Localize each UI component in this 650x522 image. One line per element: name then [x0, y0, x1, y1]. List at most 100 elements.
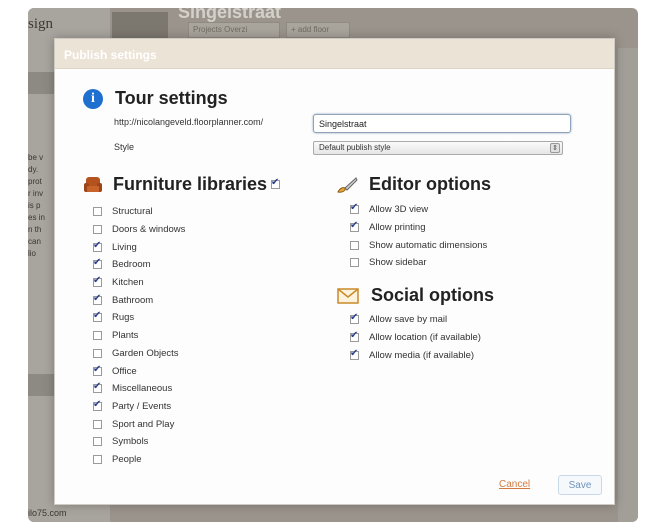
- tour-settings-heading: i Tour settings: [83, 88, 228, 109]
- furniture-item-checkbox[interactable]: [93, 293, 102, 305]
- furniture-item-office[interactable]: Office: [93, 362, 185, 380]
- select-arrows-icon: ⇕: [550, 143, 560, 153]
- furniture-item-plants[interactable]: Plants: [93, 327, 185, 345]
- furniture-libraries-title: Furniture libraries: [113, 174, 268, 194]
- furniture-item-rugs[interactable]: Rugs: [93, 309, 185, 327]
- social-option-checkbox[interactable]: [350, 348, 359, 360]
- furniture-item-checkbox[interactable]: [93, 399, 102, 411]
- social-option-allow-save-by-mail[interactable]: Allow save by mail: [350, 311, 481, 329]
- furniture-item-checkbox[interactable]: [93, 240, 102, 252]
- furniture-item-people[interactable]: People: [93, 451, 185, 469]
- editor-option-checkbox[interactable]: [350, 240, 359, 250]
- background-side-text-line: is p: [28, 201, 41, 210]
- background-logo: sign: [28, 16, 54, 32]
- furniture-libraries-heading: Furniture libraries: [83, 174, 281, 195]
- background-side-text-line: es in: [28, 213, 45, 222]
- furniture-item-label: Living: [112, 241, 137, 253]
- editor-option-show-sidebar[interactable]: Show sidebar: [350, 254, 487, 272]
- furniture-item-doors-windows[interactable]: Doors & windows: [93, 221, 185, 239]
- furniture-item-checkbox[interactable]: [93, 381, 102, 394]
- envelope-icon: [337, 287, 359, 304]
- furniture-item-label: Kitchen: [112, 277, 144, 289]
- furniture-item-checkbox[interactable]: [93, 310, 102, 323]
- editor-option-label: Allow 3D view: [369, 204, 429, 216]
- cancel-link[interactable]: Cancel: [499, 479, 530, 490]
- furniture-item-checkbox[interactable]: [93, 207, 102, 217]
- tour-settings-title: Tour settings: [115, 88, 228, 108]
- furniture-item-sport-and-play[interactable]: Sport and Play: [93, 415, 185, 433]
- furniture-item-checkbox[interactable]: [93, 275, 102, 288]
- editor-option-checkbox[interactable]: [350, 258, 359, 268]
- social-option-label: Allow media (if available): [369, 349, 475, 361]
- furniture-library-list: Structural Doors & windows Living Bedroom Ki…: [93, 203, 185, 468]
- furniture-item-checkbox[interactable]: [93, 454, 102, 464]
- info-icon: i: [83, 88, 103, 109]
- furniture-item-party-events[interactable]: Party / Events: [93, 398, 185, 416]
- furniture-select-all-checkbox[interactable]: [271, 177, 281, 189]
- furniture-item-label: Symbols: [112, 436, 149, 448]
- style-select-value: Default publish style: [319, 143, 391, 152]
- editor-option-label: Show sidebar: [369, 257, 427, 269]
- editor-option-checkbox[interactable]: [350, 202, 359, 215]
- background-side-text: be v dy. prot r inv is p es in n th can lio: [28, 152, 45, 260]
- furniture-item-label: Bedroom: [112, 259, 151, 271]
- furniture-item-miscellaneous[interactable]: Miscellaneous: [93, 380, 185, 398]
- background-projects-link: Projects Overzi: [188, 22, 280, 38]
- furniture-item-label: People: [112, 453, 142, 465]
- furniture-item-garden-objects[interactable]: Garden Objects: [93, 345, 185, 363]
- editor-option-allow-3d-view[interactable]: Allow 3D view: [350, 201, 487, 219]
- style-select[interactable]: Default publish style ⇕: [313, 141, 563, 155]
- paintbrush-icon: [337, 176, 358, 193]
- furniture-item-label: Sport and Play: [112, 418, 175, 430]
- social-option-checkbox[interactable]: [350, 312, 359, 325]
- social-options-list: Allow save by mail Allow location (if ava…: [350, 311, 481, 364]
- background-right-edge: [618, 48, 638, 522]
- furniture-item-living[interactable]: Living: [93, 238, 185, 256]
- editor-option-show-automatic-dimensions[interactable]: Show automatic dimensions: [350, 236, 487, 254]
- furniture-item-checkbox[interactable]: [93, 364, 102, 376]
- editor-option-label: Allow printing: [369, 222, 426, 234]
- furniture-item-symbols[interactable]: Symbols: [93, 433, 185, 451]
- furniture-item-checkbox[interactable]: [93, 331, 102, 341]
- editor-option-allow-printing[interactable]: Allow printing: [350, 219, 487, 237]
- tour-url-input[interactable]: [313, 114, 571, 133]
- social-option-allow-media-if-available[interactable]: Allow media (if available): [350, 346, 481, 364]
- editor-option-checkbox[interactable]: [350, 220, 359, 233]
- background-side-text-line: can: [28, 237, 41, 246]
- furniture-item-structural[interactable]: Structural: [93, 203, 185, 221]
- furniture-item-label: Bathroom: [112, 294, 154, 306]
- background-side-text-line: r inv: [28, 189, 44, 198]
- background-side-text-line: n th: [28, 225, 42, 234]
- social-option-allow-location-if-available[interactable]: Allow location (if available): [350, 329, 481, 347]
- furniture-item-checkbox[interactable]: [93, 225, 102, 235]
- social-option-label: Allow location (if available): [369, 332, 481, 344]
- furniture-item-label: Doors & windows: [112, 224, 186, 236]
- editor-option-label: Show automatic dimensions: [369, 239, 488, 251]
- furniture-item-bathroom[interactable]: Bathroom: [93, 291, 185, 309]
- editor-options-list: Allow 3D view Allow printing Show automati…: [350, 201, 487, 272]
- background-side-text-line: dy.: [28, 165, 39, 174]
- background-page-title: Singelstraat: [178, 8, 282, 22]
- social-option-label: Allow save by mail: [369, 314, 448, 326]
- armchair-icon: [84, 176, 102, 192]
- furniture-item-label: Party / Events: [112, 400, 172, 412]
- furniture-item-bedroom[interactable]: Bedroom: [93, 256, 185, 274]
- background-side-text-line: be v: [28, 153, 44, 162]
- furniture-item-label: Miscellaneous: [112, 383, 173, 395]
- furniture-item-checkbox[interactable]: [93, 437, 102, 447]
- furniture-item-kitchen[interactable]: Kitchen: [93, 274, 185, 292]
- social-option-checkbox[interactable]: [350, 330, 359, 343]
- furniture-item-checkbox[interactable]: [93, 257, 102, 270]
- furniture-item-checkbox[interactable]: [93, 348, 102, 358]
- social-options-title: Social options: [371, 285, 495, 305]
- background-side-text-line: lio: [28, 249, 37, 258]
- editor-options-heading: Editor options: [335, 174, 491, 195]
- furniture-item-checkbox[interactable]: [93, 419, 102, 429]
- furniture-item-label: Rugs: [112, 312, 135, 324]
- background-add-floor-button: + add floor: [286, 22, 350, 38]
- furniture-item-label: Structural: [112, 206, 153, 218]
- save-button[interactable]: Save: [558, 475, 602, 495]
- editor-options-title: Editor options: [369, 174, 491, 194]
- style-label: Style: [114, 142, 135, 152]
- furniture-item-label: Office: [112, 365, 137, 377]
